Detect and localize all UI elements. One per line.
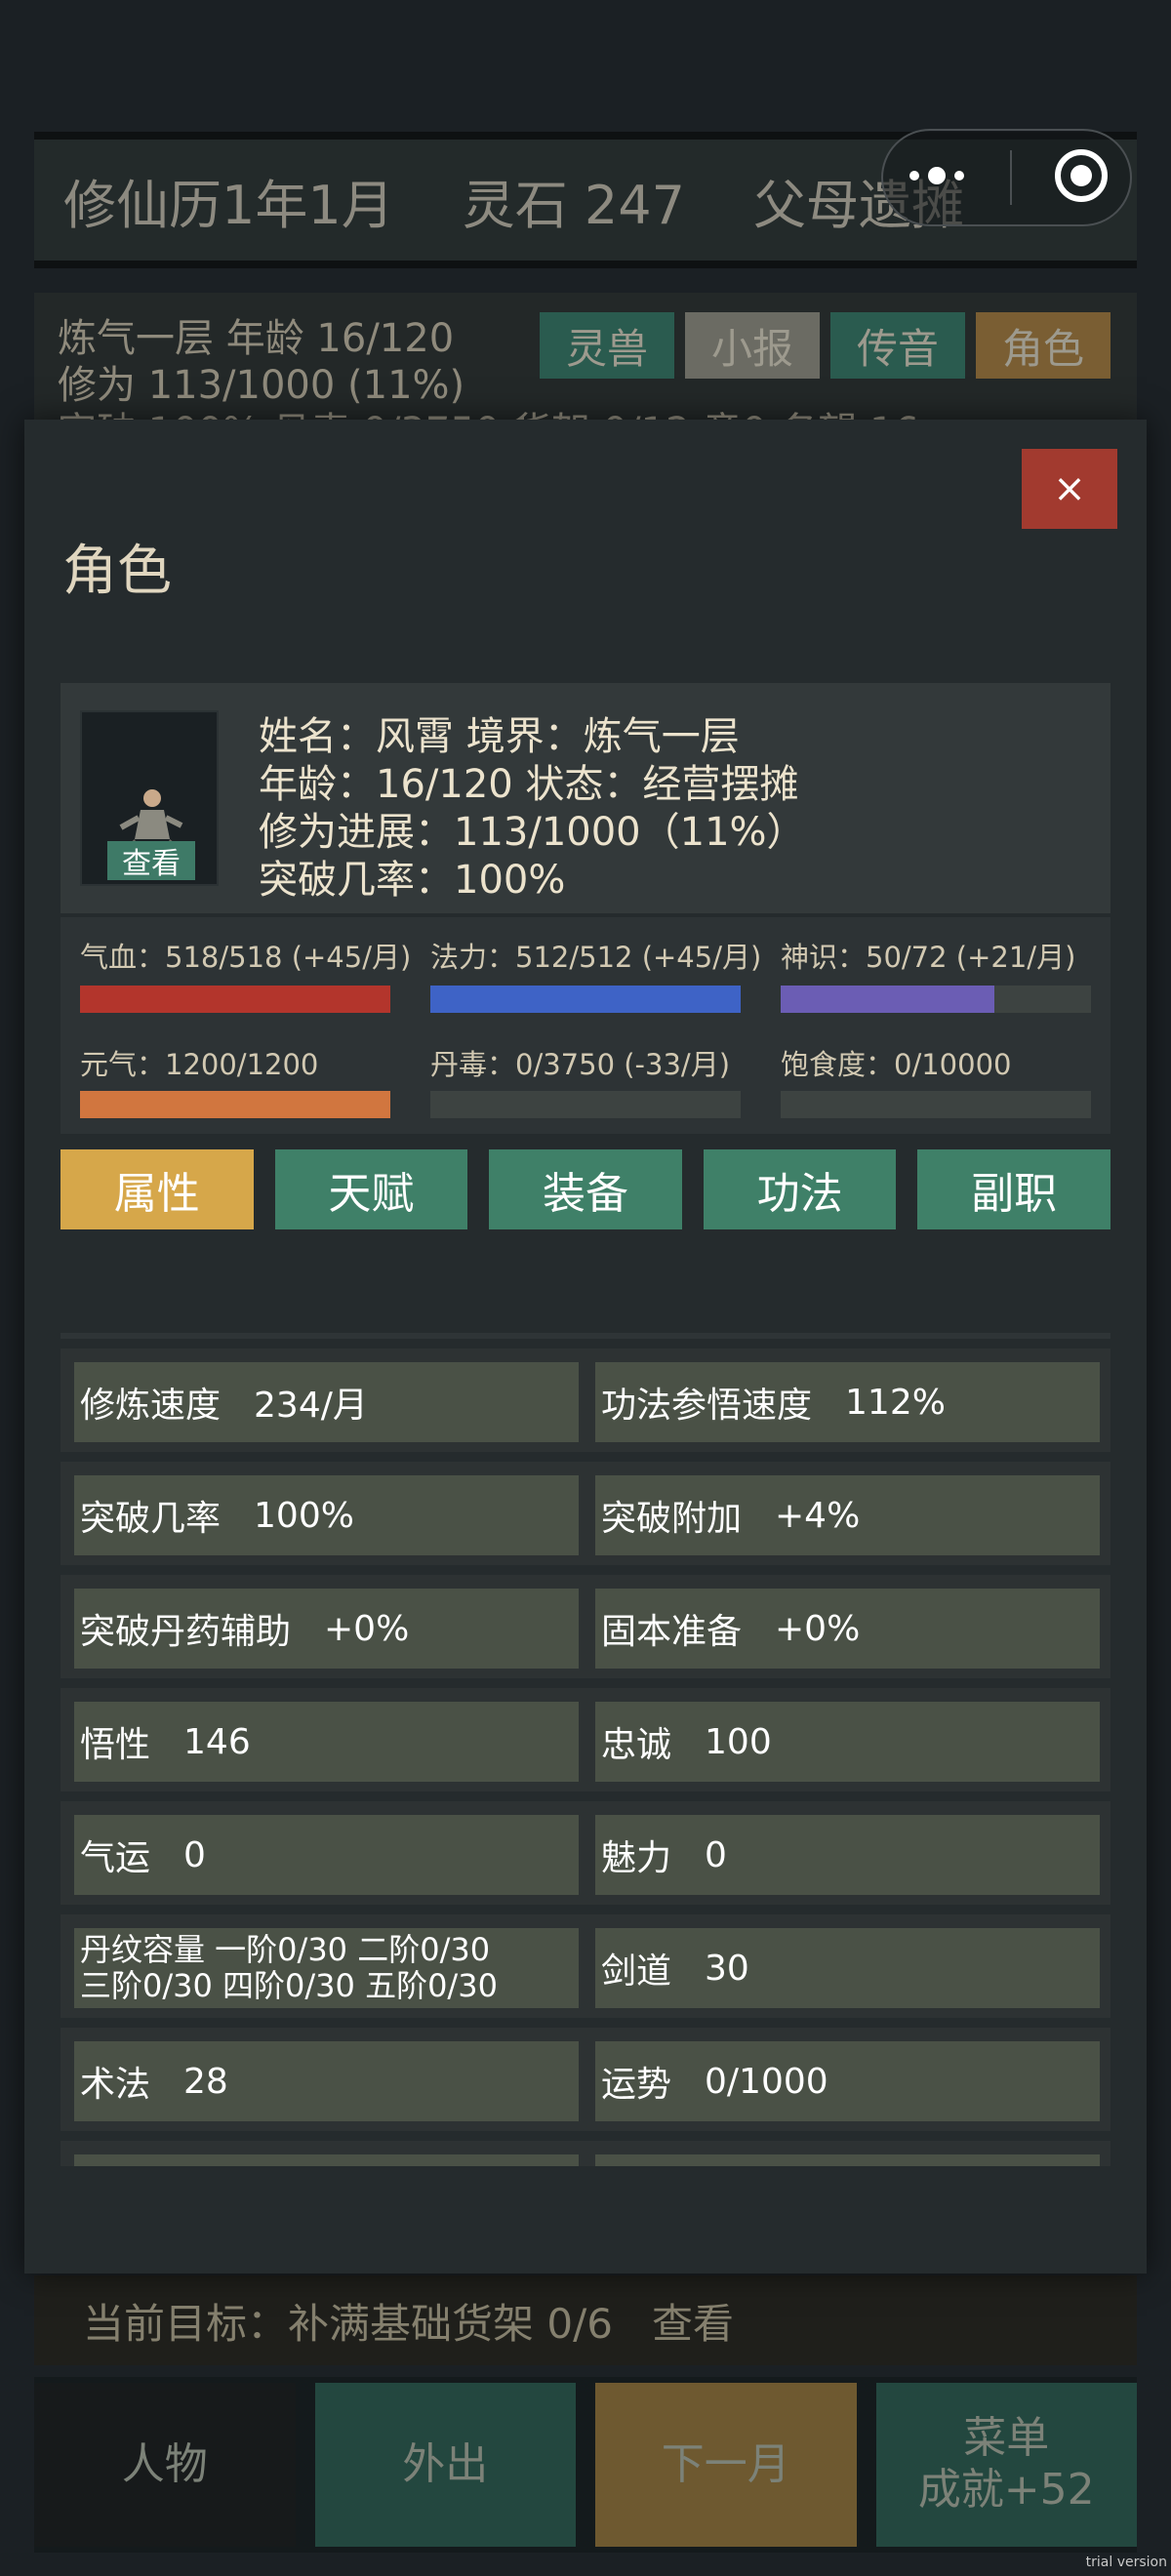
attribute-cell: 忠诚 100	[595, 1702, 1100, 1782]
attribute-row: 气运 0 魅力 0	[61, 1801, 1110, 1905]
mana-bar	[430, 986, 741, 1013]
tab-side-jobs[interactable]: 副职	[917, 1149, 1110, 1229]
attribute-cell	[595, 2154, 1100, 2166]
attributes-divider	[61, 1333, 1110, 1339]
spirit-stone-count: 灵石 247	[462, 174, 685, 236]
attribute-cell: 突破附加 +4%	[595, 1475, 1100, 1555]
attribute-row: 突破几率 100% 突破附加 +4%	[61, 1462, 1110, 1565]
attribute-cell: 突破几率 100%	[74, 1475, 579, 1555]
close-button[interactable]: ×	[1022, 449, 1117, 529]
message-tab[interactable]: 传音	[830, 312, 965, 379]
game-date: 修仙历1年1月	[63, 174, 394, 236]
mana-label: 法力：512/512 (+45/月)	[430, 941, 762, 974]
attribute-row: 术法 28 运势 0/1000	[61, 2028, 1110, 2131]
character-tab[interactable]: 角色	[976, 312, 1110, 379]
pill-toxicity-bar	[430, 1091, 741, 1118]
hp-label: 气血：518/518 (+45/月)	[80, 941, 412, 974]
attribute-cell: 修炼速度 234/月	[74, 1362, 579, 1442]
goal-text: 当前目标：补满基础货架 0/6	[83, 2299, 613, 2348]
goal-view-link[interactable]: 查看	[652, 2291, 734, 2351]
attribute-cell: 固本准备 +0%	[595, 1589, 1100, 1669]
current-goal-bar: 当前目标：补满基础货架 0/6 查看	[34, 2275, 1137, 2365]
vitality-label: 元气：1200/1200	[80, 1048, 319, 1081]
spirit-sense-label: 神识：50/72 (+21/月)	[781, 941, 1076, 974]
menu-label: 菜单	[963, 2413, 1050, 2464]
news-tab[interactable]: 小报	[685, 312, 820, 379]
attribute-row: 修炼速度 234/月 功法参悟速度 112%	[61, 1348, 1110, 1452]
pet-tab[interactable]: 灵兽	[540, 312, 674, 379]
go-out-label: 外出	[402, 2438, 489, 2489]
capsule-divider	[1010, 150, 1013, 205]
character-tabs: 属性 天赋 装备 功法 副职	[61, 1149, 1110, 1229]
tab-attributes[interactable]: 属性	[61, 1149, 254, 1229]
pill-pattern-capacity-cell: 丹纹容量 一阶0/30 二阶0/30 三阶0/30 四阶0/30 五阶0/30	[74, 1928, 579, 2008]
character-nav-label: 人物	[121, 2438, 208, 2489]
view-character-button[interactable]: 查看	[107, 841, 195, 881]
achievement-label: 成就+52	[917, 2465, 1095, 2515]
attribute-cell: 术法 28	[74, 2041, 579, 2121]
close-miniprogram-icon[interactable]	[1052, 146, 1110, 209]
character-portrait[interactable]: 查看	[80, 710, 219, 886]
attributes-list[interactable]: 修炼速度 234/月 功法参悟速度 112% 突破几率 100% 突破附加 +4% 突破…	[61, 1348, 1110, 2166]
menu-button[interactable]: 菜单 成就+52	[875, 2383, 1137, 2547]
next-month-label: 下一月	[661, 2438, 790, 2489]
attribute-cell: 魅力 0	[595, 1815, 1100, 1895]
hp-bar	[80, 986, 390, 1013]
breakthrough-chance-text: 突破几率：100%	[259, 858, 566, 903]
trial-watermark: trial version	[1085, 2555, 1167, 2570]
bottom-navigation: 人物 外出 下一月 菜单 成就+52	[34, 2377, 1137, 2553]
spirit-sense-bar	[781, 986, 1091, 1013]
tab-talents[interactable]: 天赋	[274, 1149, 468, 1229]
character-summary-panel: 炼气一层 年龄 16/120 修为 113/1000 (11%) 突破 100%…	[34, 293, 1137, 455]
more-icon[interactable]	[903, 161, 971, 194]
attribute-cell: 气运 0	[74, 1815, 579, 1895]
attribute-cell: 突破丹药辅助 +0%	[74, 1589, 579, 1669]
attribute-cell: 悟性 146	[74, 1702, 579, 1782]
attribute-row: 悟性 146 忠诚 100	[61, 1688, 1110, 1791]
tab-equipment[interactable]: 装备	[489, 1149, 682, 1229]
vital-stats-panel: 气血：518/518 (+45/月) 法力：512/512 (+45/月) 神识…	[61, 917, 1110, 1134]
miniprogram-capsule	[881, 129, 1132, 226]
next-month-button[interactable]: 下一月	[595, 2383, 857, 2547]
modal-title: 角色	[62, 540, 172, 603]
attribute-cell: 运势 0/1000	[595, 2041, 1100, 2121]
pill-toxicity-label: 丹毒：0/3750 (-33/月)	[430, 1048, 731, 1081]
vitality-bar	[80, 1091, 390, 1118]
attribute-cell: 功法参悟速度 112%	[595, 1362, 1100, 1442]
tab-techniques[interactable]: 功法	[703, 1149, 897, 1229]
attribute-row	[61, 2141, 1110, 2166]
satiety-bar	[781, 1091, 1091, 1118]
go-out-button[interactable]: 外出	[314, 2383, 576, 2547]
attribute-cell: 剑道 30	[595, 1928, 1100, 2008]
attribute-cell	[74, 2154, 579, 2166]
character-nav-button[interactable]: 人物	[34, 2383, 296, 2547]
satiety-label: 饱食度：0/10000	[781, 1048, 1012, 1081]
attribute-row: 突破丹药辅助 +0% 固本准备 +0%	[61, 1575, 1110, 1678]
attribute-row: 丹纹容量 一阶0/30 二阶0/30 三阶0/30 四阶0/30 五阶0/30 …	[61, 1914, 1110, 2018]
